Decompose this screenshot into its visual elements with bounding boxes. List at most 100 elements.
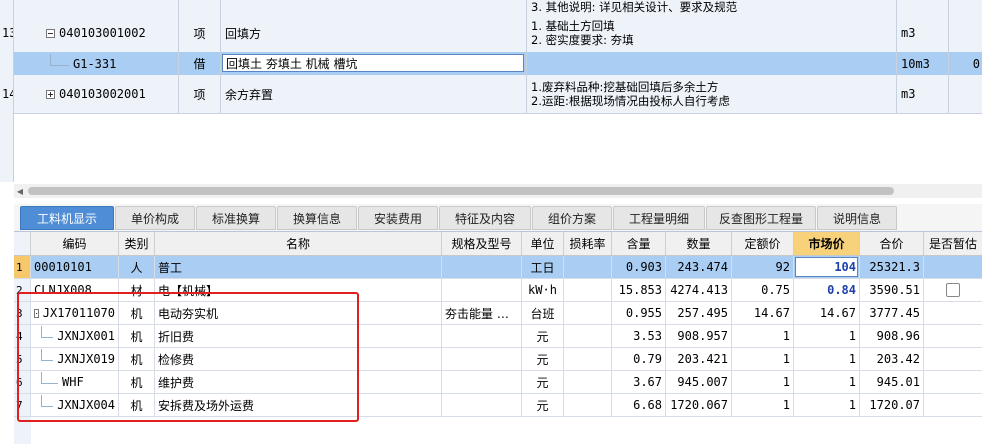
- cell-loss-rate[interactable]: [564, 371, 612, 393]
- cell-total[interactable]: 945.01: [860, 371, 924, 393]
- cell-name[interactable]: 检修费: [155, 348, 442, 370]
- cell-quantity[interactable]: 243.474: [666, 256, 732, 278]
- table-row-selected[interactable]: 1 00010101 人普工 工日 0.903 243.474 92 104 25321.3: [14, 256, 982, 279]
- cell-loss-rate[interactable]: [564, 325, 612, 347]
- cell-name[interactable]: 电动夯实机: [155, 302, 442, 324]
- table-row[interactable]: 2 CLNJX008 材电【机械】 kW·h 15.853 4274.413 0.75 0.8…: [14, 279, 982, 302]
- col-header-market-price[interactable]: 市场价: [794, 232, 860, 255]
- collapse-icon[interactable]: [34, 308, 39, 318]
- cell-name[interactable]: 维护费: [155, 371, 442, 393]
- cell-content[interactable]: 0.955: [612, 302, 666, 324]
- expand-icon[interactable]: [46, 89, 55, 99]
- table-row[interactable]: 3. 其他说明: 详见相关设计、要求及规范: [0, 0, 982, 15]
- collapse-icon[interactable]: [46, 28, 55, 38]
- cell-content[interactable]: 0.903: [612, 256, 666, 278]
- cell-quota-price[interactable]: 0.75: [732, 279, 794, 301]
- scroll-left-icon[interactable]: ◀: [14, 184, 26, 198]
- cell-spec[interactable]: [442, 256, 522, 278]
- cell-code[interactable]: 00010101: [31, 256, 119, 278]
- table-row[interactable]: 14 040103002001 项 余方弃置 1.废弃料品种:挖基础回填后多余土…: [0, 75, 982, 114]
- cell-total[interactable]: 25321.3: [860, 256, 924, 278]
- cell-quantity[interactable]: 203.421: [666, 348, 732, 370]
- cell-code[interactable]: JX17011070: [31, 302, 119, 324]
- cell-spec[interactable]: [442, 325, 522, 347]
- col-header-loss-rate[interactable]: 损耗率: [564, 232, 612, 255]
- tab-quantity-details[interactable]: 工程量明细: [613, 206, 705, 230]
- table-row[interactable]: 5 JXNJX019 机检修费元 0.79 203.421 1 1 203.42: [14, 348, 982, 371]
- cell-quantity[interactable]: 908.957: [666, 325, 732, 347]
- cell-market-price[interactable]: 0.84: [794, 279, 860, 301]
- cell-category[interactable]: 材: [119, 279, 155, 301]
- cell-unit[interactable]: 元: [522, 325, 564, 347]
- table-row[interactable]: 4 JXNJX001 机折旧费元 3.53 908.957 1 1 908.96: [14, 325, 982, 348]
- name-edit-field[interactable]: 回填土 夯填土 机械 槽坑: [222, 54, 524, 72]
- horizontal-scrollbar[interactable]: ◀: [14, 184, 982, 198]
- cell-is-estimate[interactable]: [924, 325, 982, 347]
- cell-code[interactable]: JXNJX004: [31, 394, 119, 416]
- cell-is-estimate[interactable]: [924, 394, 982, 416]
- cell-total[interactable]: 3590.51: [860, 279, 924, 301]
- cell-spec[interactable]: [442, 279, 522, 301]
- cell-is-estimate[interactable]: [924, 256, 982, 278]
- cell-quota-price[interactable]: 1: [732, 325, 794, 347]
- cell-market-price[interactable]: 1: [794, 394, 860, 416]
- table-row[interactable]: 6 WHF 机维护费元 3.67 945.007 1 1 945.01: [14, 371, 982, 394]
- cell-content[interactable]: 15.853: [612, 279, 666, 301]
- cell-quota-price[interactable]: 1: [732, 348, 794, 370]
- cell-unit[interactable]: kW·h: [522, 279, 564, 301]
- cell-quota-price[interactable]: 14.67: [732, 302, 794, 324]
- cell-market-price[interactable]: 14.67: [794, 302, 860, 324]
- cell-unit[interactable]: 元: [522, 394, 564, 416]
- cell-market-price[interactable]: 1: [794, 325, 860, 347]
- cell-quantity[interactable]: 4274.413: [666, 279, 732, 301]
- cell-quota-price[interactable]: 92: [732, 256, 794, 278]
- cell-code[interactable]: JXNJX001: [31, 325, 119, 347]
- cell-unit[interactable]: 元: [522, 371, 564, 393]
- cell-is-estimate[interactable]: [924, 302, 982, 324]
- cell-is-estimate[interactable]: [924, 371, 982, 393]
- tab-labor-material-machine[interactable]: 工料机显示: [20, 206, 114, 230]
- col-header-unit[interactable]: 单位: [522, 232, 564, 255]
- cell-name[interactable]: 折旧费: [155, 325, 442, 347]
- cell-name[interactable]: 安拆费及场外运费: [155, 394, 442, 416]
- cell-code[interactable]: WHF: [31, 371, 119, 393]
- cell-quantity[interactable]: 945.007: [666, 371, 732, 393]
- cell-loss-rate[interactable]: [564, 279, 612, 301]
- cell-market-price[interactable]: 104: [794, 256, 860, 278]
- cell-loss-rate[interactable]: [564, 394, 612, 416]
- estimate-checkbox[interactable]: [946, 283, 960, 297]
- tab-standard-conversion[interactable]: 标准换算: [196, 206, 276, 230]
- cell-category[interactable]: 人: [119, 256, 155, 278]
- cell-content[interactable]: 0.79: [612, 348, 666, 370]
- cell-quota-price[interactable]: 1: [732, 371, 794, 393]
- cell-total[interactable]: 203.42: [860, 348, 924, 370]
- cell-content[interactable]: 6.68: [612, 394, 666, 416]
- tab-reverse-check-graphics[interactable]: 反查图形工程量: [706, 206, 816, 230]
- tab-installation-fees[interactable]: 安装费用: [358, 206, 438, 230]
- table-row[interactable]: 3 JX17011070 机电动夯实机 夯击能量 … 台班 0.955 257.495 14.…: [14, 302, 982, 325]
- cell-is-estimate[interactable]: [924, 279, 982, 301]
- tab-features-content[interactable]: 特征及内容: [439, 206, 531, 230]
- cell-quota-price[interactable]: 1: [732, 394, 794, 416]
- cell-total[interactable]: 3777.45: [860, 302, 924, 324]
- cell-loss-rate[interactable]: [564, 256, 612, 278]
- cell-loss-rate[interactable]: [564, 348, 612, 370]
- table-row[interactable]: 7 JXNJX004 机安拆费及场外运费元 6.68 1720.067 1 1 1720.07: [14, 394, 982, 417]
- tab-pricing-scheme[interactable]: 组价方案: [532, 206, 612, 230]
- cell-category[interactable]: 机: [119, 348, 155, 370]
- col-header-code[interactable]: 编码: [31, 232, 119, 255]
- cell-unit[interactable]: 工日: [522, 256, 564, 278]
- col-header-name[interactable]: 名称: [155, 232, 442, 255]
- tab-description-info[interactable]: 说明信息: [817, 206, 897, 230]
- cell-is-estimate[interactable]: [924, 348, 982, 370]
- cell-market-price[interactable]: 1: [794, 371, 860, 393]
- scrollbar-thumb[interactable]: [28, 187, 894, 195]
- col-header-is-estimate[interactable]: 是否暂估: [924, 232, 982, 255]
- tab-conversion-info[interactable]: 换算信息: [277, 206, 357, 230]
- cell-category[interactable]: 机: [119, 325, 155, 347]
- cell-spec[interactable]: 夯击能量 …: [442, 302, 522, 324]
- item-name[interactable]: 回填土 夯填土 机械 槽坑: [221, 52, 527, 75]
- cell-content[interactable]: 3.67: [612, 371, 666, 393]
- cell-quantity[interactable]: 257.495: [666, 302, 732, 324]
- cell-unit[interactable]: 元: [522, 348, 564, 370]
